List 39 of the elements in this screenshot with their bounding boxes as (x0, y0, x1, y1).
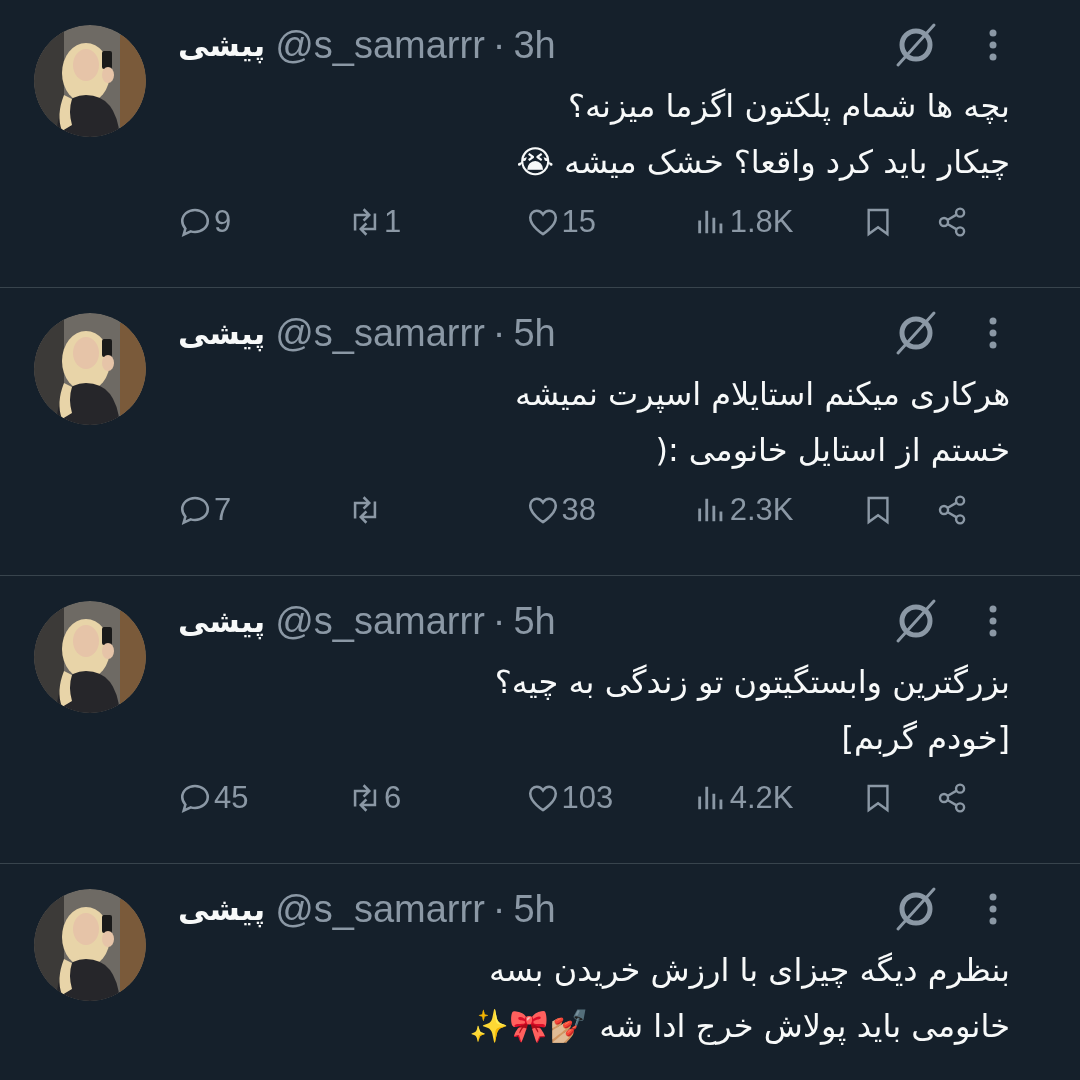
user-name[interactable]: پیشی (178, 891, 266, 927)
separator-dot: · (492, 23, 506, 67)
reply-button[interactable]: 45 (178, 780, 348, 816)
post-text: خستم از استایل خانومی :( (655, 430, 1010, 471)
like-button[interactable]: 15 (525, 204, 694, 240)
post-text: [خودم گربم] (841, 718, 1010, 759)
user-name[interactable]: پیشی (178, 603, 266, 639)
user-name[interactable]: پیشی (178, 27, 266, 63)
user-handle[interactable]: @s_samarrr (275, 311, 485, 355)
post-time[interactable]: 3h (513, 23, 556, 67)
post-text: چیکار باید کرد واقعا؟ خشک میشه 😭 (516, 142, 1010, 183)
separator-dot: · (492, 311, 506, 355)
views-button[interactable]: 1.8K (693, 204, 862, 240)
views-button[interactable]: 2.3K (693, 492, 862, 528)
post-text: بنظرم دیگه چیزای با ارزش خریدن بسه (488, 950, 1010, 991)
post-text: هرکاری میکنم استایلام اسپرت نمیشه (515, 374, 1010, 415)
user-handle[interactable]: @s_samarrr (275, 23, 485, 67)
repost-button[interactable]: 6 (348, 780, 526, 816)
user-name[interactable]: پیشی (178, 315, 266, 351)
like-button[interactable]: 103 (525, 780, 694, 816)
more-icon[interactable] (988, 28, 998, 62)
more-icon[interactable] (988, 892, 998, 926)
separator-dot: · (492, 887, 506, 931)
user-handle[interactable]: @s_samarrr (275, 599, 485, 643)
more-icon[interactable] (988, 604, 998, 638)
separator-dot: · (492, 599, 506, 643)
post-text: خانومی باید پولاش خرج ادا شه 💅🏼🎀✨ (469, 1006, 1010, 1047)
post-time[interactable]: 5h (513, 599, 556, 643)
user-handle[interactable]: @s_samarrr (275, 887, 485, 931)
repost-button[interactable]: 1 (348, 204, 526, 240)
more-icon[interactable] (988, 316, 998, 350)
post-time[interactable]: 5h (513, 311, 556, 355)
reply-button[interactable]: 7 (178, 492, 348, 528)
like-button[interactable]: 38 (525, 492, 694, 528)
post-text: بزرگترین وابستگیتون تو زندگی به چیه؟ (494, 662, 1010, 703)
reply-button[interactable]: 9 (178, 204, 348, 240)
post-time[interactable]: 5h (513, 887, 556, 931)
views-button[interactable]: 4.2K (693, 780, 862, 816)
post-text: بچه ها شمام پلکتون اگزما میزنه؟ (567, 86, 1010, 127)
